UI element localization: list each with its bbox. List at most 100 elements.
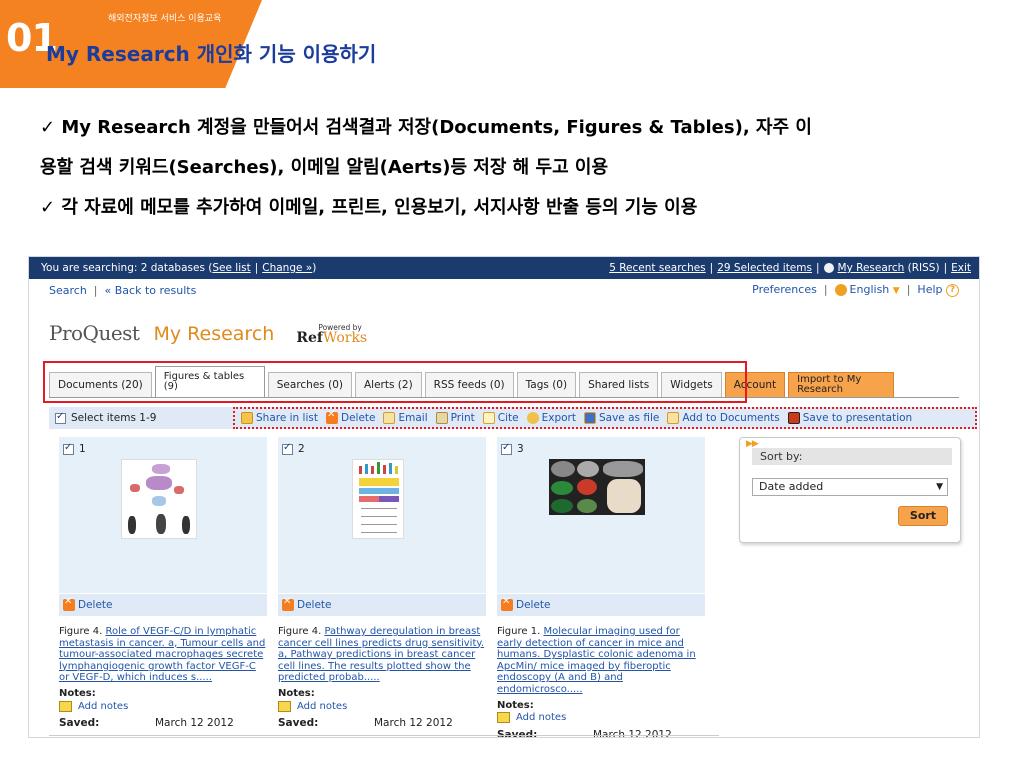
back-to-results-link[interactable]: « Back to results <box>105 284 197 297</box>
print-icon <box>435 412 448 424</box>
card-body: Figure 4. Role of VEGF-C/D in lymphatic … <box>59 616 267 730</box>
tab-alerts[interactable]: Alerts (2) <box>354 372 422 397</box>
my-research-logo: My Research <box>153 323 275 345</box>
figure-label: Figure 1. <box>497 626 541 637</box>
card-header: 1 <box>59 437 267 461</box>
nav-line: Search | « Back to results Preferences | Eng… <box>29 279 979 301</box>
exit-link[interactable]: Exit <box>951 262 971 274</box>
see-list-link[interactable]: See list <box>212 262 250 274</box>
result-card: 1 Delete Figure 4. Role of VEGF- <box>59 437 267 737</box>
search-link[interactable]: Search <box>49 284 87 297</box>
export-icon <box>526 412 539 424</box>
item-checkbox[interactable] <box>501 442 512 455</box>
saved-date: March 12 2012 <box>593 728 672 738</box>
cite-icon <box>482 412 495 424</box>
sort-panel: ▶▶ Sort by: Date added ▼ Sort <box>739 437 961 543</box>
notes-folder-icon <box>59 700 72 712</box>
notes-folder-icon <box>278 700 291 712</box>
item-number: 3 <box>517 443 524 455</box>
add-to-documents-button[interactable]: Add to Documents <box>667 412 780 424</box>
item-checkbox[interactable] <box>282 442 293 455</box>
cite-button[interactable]: Cite <box>482 412 519 424</box>
recent-searches-link[interactable]: 5 Recent searches <box>609 262 705 274</box>
select-items[interactable]: Select items 1-9 <box>49 411 233 424</box>
figure-label: Figure 4. <box>59 626 103 637</box>
notes-folder-icon <box>497 712 510 724</box>
my-research-link[interactable]: My Research <box>838 262 905 274</box>
my-research-screenshot: You are searching: 2 databases (See list… <box>28 256 980 738</box>
saved-row: Saved: March 12 2012 <box>59 718 267 730</box>
bullet-list: ✓ My Research 계정을 만들어서 검색결과 저장(Documents… <box>40 108 980 228</box>
item-checkbox[interactable] <box>63 442 74 455</box>
sort-label: Sort by: <box>752 448 952 465</box>
saved-date: March 12 2012 <box>374 717 453 730</box>
email-icon <box>383 412 396 424</box>
notes-label: Notes: <box>59 687 96 699</box>
selected-items-link[interactable]: 29 Selected items <box>717 262 812 274</box>
add-documents-icon <box>667 412 680 424</box>
card-body: Figure 4. Pathway deregulation in breast… <box>278 616 486 730</box>
presentation-icon <box>787 412 800 424</box>
institution-label: (RISS) <box>907 262 940 274</box>
result-card: 3 Delete Figure 1. Molecular ima <box>497 437 705 738</box>
sort-button[interactable]: Sort <box>898 506 948 526</box>
change-link[interactable]: Change » <box>262 262 312 274</box>
card-image-area: 3 <box>497 437 705 593</box>
select-items-label: Select items 1-9 <box>71 412 157 424</box>
tab-account[interactable]: Account <box>724 372 786 397</box>
add-notes-button[interactable]: Add notes <box>59 701 267 713</box>
tab-documents[interactable]: Documents (20) <box>49 372 152 397</box>
item-number: 2 <box>298 443 305 455</box>
delete-icon <box>501 596 513 611</box>
delete-button[interactable]: Delete <box>325 409 375 424</box>
saved-label: Saved: <box>497 728 538 738</box>
action-bar: Select items 1-9 Share in list Delete Em… <box>49 407 977 429</box>
save-file-icon <box>583 412 596 424</box>
figure-thumbnail[interactable] <box>352 459 404 539</box>
refworks-logo: Powered by RefWorks <box>296 322 368 346</box>
help-icon[interactable]: ? <box>946 283 959 297</box>
tab-searches[interactable]: Searches (0) <box>267 372 352 397</box>
card-header: 2 <box>278 437 486 461</box>
card-delete-button[interactable]: Delete <box>497 594 705 616</box>
card-delete-button[interactable]: Delete <box>278 594 486 616</box>
print-button[interactable]: Print <box>435 412 475 424</box>
results-grid: 1 Delete Figure 4. Role of VEGF- <box>59 437 705 738</box>
saved-row: Saved: March 12 2012 <box>278 718 486 730</box>
preferences-link[interactable]: Preferences <box>752 283 817 296</box>
brand-header: ProQuest My Research Powered by RefWorks <box>49 311 367 345</box>
figure-thumbnail[interactable] <box>121 459 197 539</box>
searching-info: You are searching: 2 databases (See list… <box>41 262 317 274</box>
figure-label: Figure 4. <box>278 626 322 637</box>
saved-row: Saved: March 12 2012 <box>497 728 705 738</box>
language-selector[interactable]: English <box>850 283 890 296</box>
export-button[interactable]: Export <box>526 412 576 424</box>
tab-tags[interactable]: Tags (0) <box>516 372 577 397</box>
figure-thumbnail[interactable] <box>549 459 645 515</box>
share-in-list-button[interactable]: Share in list <box>241 412 318 424</box>
saved-label: Saved: <box>59 717 100 730</box>
delete-icon <box>325 409 338 424</box>
footer-divider <box>49 735 719 736</box>
sort-select[interactable]: Date added ▼ <box>752 478 948 496</box>
tabs-divider <box>49 397 959 398</box>
tab-widgets[interactable]: Widgets <box>661 372 722 397</box>
email-button[interactable]: Email <box>383 412 428 424</box>
tab-import[interactable]: Import to My Research <box>788 372 895 397</box>
card-delete-button[interactable]: Delete <box>59 594 267 616</box>
save-to-presentation-button[interactable]: Save to presentation <box>787 412 912 424</box>
add-notes-button[interactable]: Add notes <box>278 701 486 713</box>
bullet-line-3: ✓ 각 자료에 메모를 추가하여 이메일, 프린트, 인용보기, 서지사항 반출… <box>40 197 698 218</box>
select-all-checkbox[interactable] <box>55 411 66 424</box>
card-body: Figure 1. Molecular imaging used for ear… <box>497 616 705 738</box>
tab-rss-feeds[interactable]: RSS feeds (0) <box>424 372 514 397</box>
tab-figures-tables[interactable]: Figures & tables (9) <box>154 366 265 397</box>
tab-shared-lists[interactable]: Shared lists <box>579 372 659 397</box>
help-link[interactable]: Help <box>917 283 942 296</box>
add-notes-button[interactable]: Add notes <box>497 712 705 724</box>
bullet-line-1: ✓ My Research 계정을 만들어서 검색결과 저장(Documents… <box>40 117 812 138</box>
share-icon <box>241 412 253 424</box>
bullet-line-2: 용할 검색 키워드(Searches), 이메일 알림(Aerts)등 저장 해… <box>40 157 609 178</box>
save-as-file-button[interactable]: Save as file <box>583 412 659 424</box>
session-links: 5 Recent searches | 29 Selected items | My R… <box>609 262 971 274</box>
